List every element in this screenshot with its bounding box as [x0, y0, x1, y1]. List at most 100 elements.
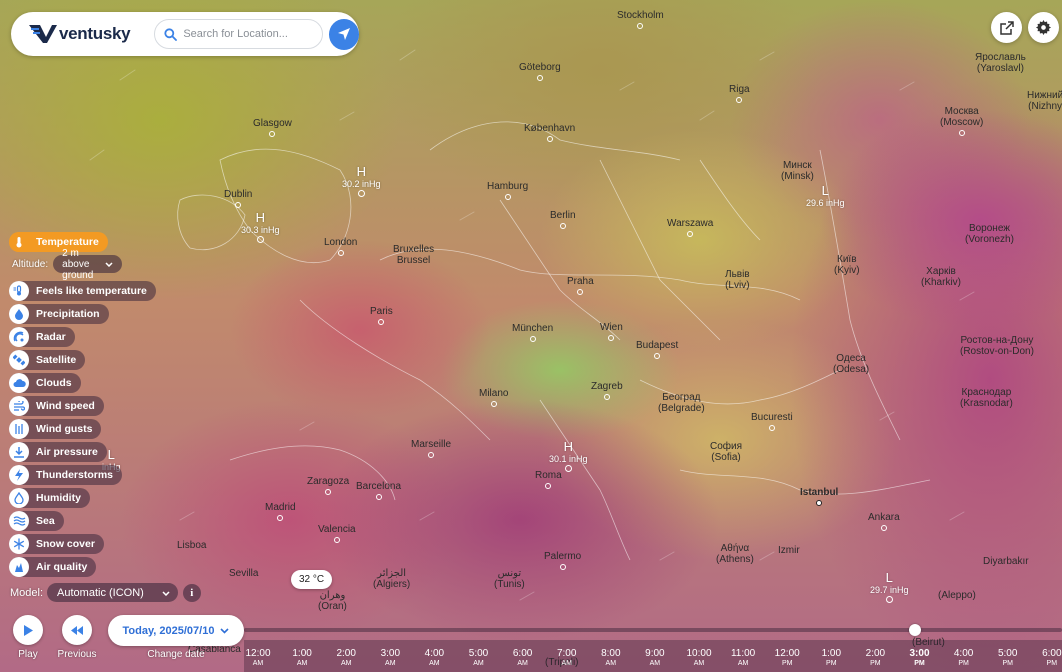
timeline-tick[interactable]: 3:00 PM — [900, 649, 940, 668]
timeline-tick[interactable]: 5:00 PM — [988, 649, 1028, 668]
city-label[interactable]: Glasgow — [253, 118, 292, 137]
city-label[interactable]: Ярославль (Yaroslavl) — [975, 52, 1026, 74]
timeline-tick[interactable]: 1:00 AM — [282, 649, 322, 668]
timeline-tick[interactable]: 11:00 AM — [723, 649, 763, 668]
previous-button[interactable] — [62, 615, 92, 645]
city-label[interactable]: Zaragoza — [307, 476, 349, 495]
altitude-select[interactable]: 2 m above ground — [53, 248, 123, 281]
city-label[interactable]: Barcelona — [356, 481, 401, 500]
city-label[interactable]: Минск (Minsk) — [781, 160, 814, 182]
city-label[interactable]: Izmir — [778, 545, 800, 556]
open-external-button[interactable] — [991, 12, 1022, 43]
city-label[interactable]: Warszawa — [667, 218, 713, 237]
city-label[interactable]: الجزائر (Algiers) — [373, 568, 410, 590]
play-button[interactable] — [13, 615, 43, 645]
city-label[interactable]: Madrid — [265, 502, 296, 521]
layer-clouds[interactable]: Clouds — [9, 373, 81, 393]
layer-wind-speed[interactable]: Wind speed — [9, 396, 104, 416]
city-label[interactable]: Воронеж (Voronezh) — [965, 223, 1014, 245]
city-label[interactable]: Palermo — [544, 551, 581, 570]
timeline-tick[interactable]: 12:00 PM — [767, 649, 807, 668]
search-box[interactable] — [154, 19, 323, 49]
settings-button[interactable] — [1028, 12, 1059, 43]
city-label[interactable]: Ankara — [868, 512, 900, 531]
city-label[interactable]: Zagreb — [591, 381, 623, 400]
city-label[interactable]: Москва (Moscow) — [940, 106, 983, 136]
change-date-button[interactable]: Today, 2025/07/10 — [108, 615, 244, 646]
timeline-tick[interactable]: 1:00 PM — [811, 649, 851, 668]
city-label[interactable]: Ростов-на-Дону (Rostov-on-Don) — [960, 335, 1034, 357]
city-label[interactable]: Paris — [370, 306, 393, 325]
city-label[interactable]: Краснодар (Krasnodar) — [960, 387, 1013, 409]
timeline-tick[interactable]: 2:00 PM — [855, 649, 895, 668]
city-label[interactable]: København — [524, 123, 575, 142]
layer-air-pressure[interactable]: Air pressure — [9, 442, 107, 462]
city-label[interactable]: Wien — [600, 322, 623, 341]
city-label[interactable]: Sevilla — [229, 568, 258, 579]
city-label[interactable]: Praha — [567, 276, 594, 295]
city-label[interactable]: Харків (Kharkiv) — [921, 266, 961, 288]
city-label[interactable]: Dublin — [224, 189, 252, 208]
city-label[interactable]: München — [512, 323, 553, 342]
air-quality-icon — [9, 557, 29, 577]
city-label[interactable]: София (Sofia) — [710, 441, 742, 463]
timeline-tick[interactable]: 8:00 AM — [591, 649, 631, 668]
tick-ampm: AM — [429, 660, 440, 667]
city-label[interactable]: Marseille — [411, 439, 451, 458]
timeline-tick[interactable]: 6:00 AM — [503, 649, 543, 668]
timeline-track[interactable] — [244, 628, 1062, 632]
timeline-tick[interactable]: 3:00 AM — [370, 649, 410, 668]
timeline-tick[interactable]: 10:00 AM — [679, 649, 719, 668]
city-label[interactable]: Budapest — [636, 340, 678, 359]
city-label[interactable]: Diyarbakır — [983, 556, 1029, 567]
city-label[interactable]: Hamburg — [487, 181, 528, 200]
layer-precipitation[interactable]: Precipitation — [9, 304, 109, 324]
city-label[interactable]: (Aleppo) — [938, 590, 976, 601]
city-label[interactable]: Milano — [479, 388, 508, 407]
geolocate-button[interactable] — [328, 18, 359, 50]
model-info-button[interactable]: i — [182, 583, 201, 602]
timeline-tick[interactable]: 4:00 PM — [944, 649, 984, 668]
search-input[interactable] — [183, 28, 314, 40]
city-label[interactable]: Київ (Kyiv) — [834, 254, 860, 276]
city-label[interactable]: Göteborg — [519, 62, 561, 81]
gear-icon — [1036, 20, 1051, 35]
city-label[interactable]: Riga — [729, 84, 750, 103]
city-label[interactable]: London — [324, 237, 357, 256]
city-label[interactable]: Αθήνα (Athens) — [716, 543, 754, 565]
layer-air-quality[interactable]: Air quality — [9, 557, 97, 577]
timeline-tick[interactable]: 6:00 PM — [1032, 649, 1062, 668]
ventusky-logo[interactable]: ventusky — [28, 23, 143, 45]
layer-satellite[interactable]: Satellite — [9, 350, 86, 370]
model-select[interactable]: Automatic (ICON) — [47, 583, 178, 602]
timeline-tick[interactable]: 9:00 AM — [635, 649, 675, 668]
layer-feels-like[interactable]: Feels like temperature — [9, 281, 156, 301]
timeline-scrubber-handle[interactable] — [908, 624, 921, 636]
layer-radar[interactable]: Radar — [9, 327, 75, 347]
layer-snow-cover[interactable]: Snow cover — [9, 534, 104, 554]
city-label[interactable]: Bucuresti — [751, 412, 793, 431]
layer-humidity[interactable]: Humidity — [9, 488, 90, 508]
timeline-tick[interactable]: 5:00 AM — [459, 649, 499, 668]
city-label[interactable]: Stockholm — [617, 10, 664, 29]
timeline-tick[interactable]: 4:00 AM — [414, 649, 454, 668]
city-label[interactable]: Београд (Belgrade) — [658, 392, 705, 414]
layer-sea[interactable]: Sea — [9, 511, 64, 531]
city-label[interactable]: Valencia — [318, 524, 356, 543]
city-label[interactable]: Нижний (Nizhny — [1027, 90, 1062, 112]
timeline-tick[interactable]: 7:00 AM — [547, 649, 587, 668]
city-label[interactable]: Roma — [535, 470, 562, 489]
timeline-tick[interactable]: 2:00 AM — [326, 649, 366, 668]
city-label[interactable]: Bruxelles Brussel — [393, 244, 434, 266]
city-label[interactable]: تونس (Tunis) — [494, 568, 525, 590]
layer-wind-gusts[interactable]: Wind gusts — [9, 419, 102, 439]
layer-thunderstorms[interactable]: Thunderstorms — [9, 465, 123, 485]
city-label[interactable]: Istanbul — [800, 487, 838, 506]
city-label[interactable]: Одеса (Odesa) — [833, 353, 869, 375]
city-label[interactable]: Lisboa — [177, 540, 206, 551]
weather-map[interactable]: Stockholm Göteborg Riga København Glasgo… — [0, 0, 1062, 672]
city-label[interactable]: Berlin — [550, 210, 576, 229]
city-label[interactable]: Львів (Lviv) — [725, 269, 750, 291]
city-label[interactable]: وهران (Oran) — [318, 590, 347, 612]
timeline-tick[interactable]: 12:00 AM — [238, 649, 278, 668]
